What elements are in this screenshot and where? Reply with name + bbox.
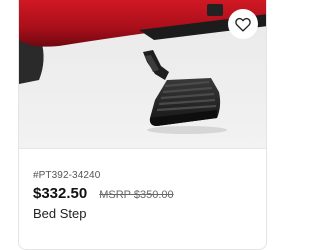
heart-outline-icon <box>235 17 251 32</box>
product-card[interactable]: #PT392-34240 $332.50 MSRP $350.00 Bed St… <box>18 0 267 250</box>
product-image[interactable] <box>19 0 266 148</box>
part-number: #PT392-34240 <box>33 170 101 181</box>
price-row: $332.50 MSRP $350.00 <box>33 185 174 205</box>
msrp-price: MSRP $350.00 <box>99 189 174 201</box>
card-divider <box>19 148 266 149</box>
sale-price: $332.50 <box>33 185 88 202</box>
favorite-button[interactable] <box>228 9 258 39</box>
product-title[interactable]: Bed Step <box>33 206 87 221</box>
